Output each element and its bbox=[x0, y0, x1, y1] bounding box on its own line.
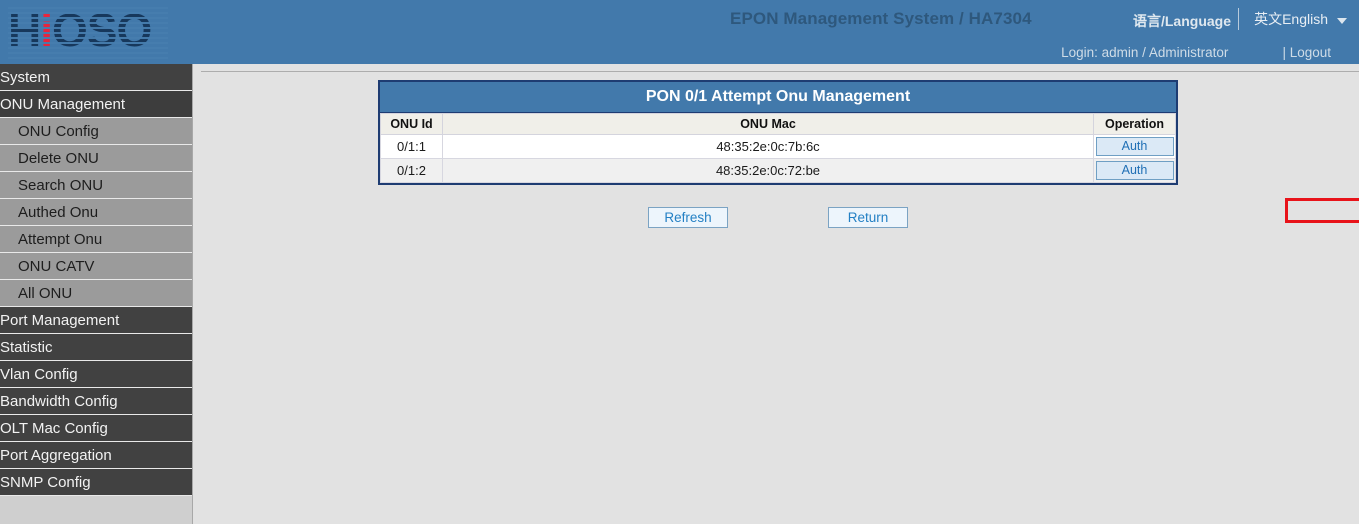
sidebar-item-vlan-config[interactable]: Vlan Config bbox=[0, 361, 192, 388]
cell-operation: Auth bbox=[1094, 159, 1176, 183]
cell-onu-id: 0/1:2 bbox=[381, 159, 443, 183]
sidebar-item-label: ONU CATV bbox=[18, 258, 94, 275]
sidebar-item-bandwidth-config[interactable]: Bandwidth Config bbox=[0, 388, 192, 415]
sidebar-item-label: Vlan Config bbox=[0, 366, 78, 383]
app-root: HiOSO EPON Management System / HA7304 语言… bbox=[0, 0, 1359, 524]
cell-onu-id: 0/1:1 bbox=[381, 135, 443, 159]
sidebar-item-search-onu[interactable]: Search ONU bbox=[0, 172, 192, 199]
sidebar-item-snmp-config[interactable]: SNMP Config bbox=[0, 469, 192, 496]
panel-title: PON 0/1 Attempt Onu Management bbox=[380, 82, 1176, 113]
sidebar-item-label: Attempt Onu bbox=[18, 231, 102, 248]
sidebar-item-onu-management[interactable]: ONU Management bbox=[0, 91, 192, 118]
sidebar-item-label: Authed Onu bbox=[18, 204, 98, 221]
sidebar-item-label: All ONU bbox=[18, 285, 72, 302]
cell-operation: Auth bbox=[1094, 135, 1176, 159]
sidebar-item-all-onu[interactable]: All ONU bbox=[0, 280, 192, 307]
highlight-box bbox=[1285, 198, 1359, 223]
sidebar-item-label: Port Management bbox=[0, 312, 119, 329]
refresh-button[interactable]: Refresh bbox=[648, 207, 728, 228]
sidebar-item-label: OLT Mac Config bbox=[0, 420, 108, 437]
logout-link[interactable]: | Logout bbox=[1282, 45, 1331, 60]
login-status-text: Login: admin / Administrator bbox=[1061, 45, 1228, 60]
sidebar-item-statistic[interactable]: Statistic bbox=[0, 334, 192, 361]
auth-button[interactable]: Auth bbox=[1096, 137, 1174, 156]
content-top-rule bbox=[201, 71, 1359, 72]
sidebar-item-delete-onu[interactable]: Delete ONU bbox=[0, 145, 192, 172]
column-header-onu-id: ONU Id bbox=[381, 114, 443, 135]
sidebar-item-label: SNMP Config bbox=[0, 474, 91, 491]
attempt-onu-panel: PON 0/1 Attempt Onu Management ONU Id ON… bbox=[378, 80, 1178, 185]
sidebar-item-port-management[interactable]: Port Management bbox=[0, 307, 192, 334]
sidebar-item-label: Search ONU bbox=[18, 177, 103, 194]
page-title: EPON Management System / HA7304 bbox=[730, 9, 1032, 29]
sidebar-item-port-aggregation[interactable]: Port Aggregation bbox=[0, 442, 192, 469]
sidebar-item-label: ONU Management bbox=[0, 96, 125, 113]
sidebar-item-label: Bandwidth Config bbox=[0, 393, 118, 410]
language-select[interactable]: 英文English bbox=[1254, 9, 1347, 29]
hioso-logo: HiOSO bbox=[8, 4, 168, 56]
sidebar-item-label: Port Aggregation bbox=[0, 447, 112, 464]
login-bar: Login: admin / Administrator | Logout bbox=[1061, 42, 1359, 62]
language-label: 语言/Language bbox=[1133, 11, 1231, 31]
sidebar-item-label: System bbox=[0, 69, 50, 86]
table-row: 0/1:248:35:2e:0c:72:beAuth bbox=[381, 159, 1176, 183]
column-header-onu-mac: ONU Mac bbox=[443, 114, 1094, 135]
sidebar-item-onu-config[interactable]: ONU Config bbox=[0, 118, 192, 145]
auth-button[interactable]: Auth bbox=[1096, 161, 1174, 180]
return-button[interactable]: Return bbox=[828, 207, 908, 228]
sidebar-item-label: Delete ONU bbox=[18, 150, 99, 167]
sidebar-item-authed-onu[interactable]: Authed Onu bbox=[0, 199, 192, 226]
cell-onu-mac: 48:35:2e:0c:72:be bbox=[443, 159, 1094, 183]
sidebar-item-attempt-onu[interactable]: Attempt Onu bbox=[0, 226, 192, 253]
logo-text: HiOSO bbox=[8, 4, 168, 56]
page-header: HiOSO EPON Management System / HA7304 语言… bbox=[0, 0, 1359, 64]
sidebar-nav: System ONU Management ONU Config Delete ONU… bbox=[0, 64, 192, 524]
chevron-down-icon bbox=[1337, 18, 1347, 24]
sidebar-item-system[interactable]: System bbox=[0, 64, 192, 91]
sidebar-item-label: ONU Config bbox=[18, 123, 99, 140]
action-button-row: Refresh Return bbox=[378, 207, 1178, 228]
table-row: 0/1:148:35:2e:0c:7b:6cAuth bbox=[381, 135, 1176, 159]
cell-onu-mac: 48:35:2e:0c:7b:6c bbox=[443, 135, 1094, 159]
language-select-value: 英文English bbox=[1254, 9, 1328, 29]
table-header-row: ONU Id ONU Mac Operation bbox=[381, 114, 1176, 135]
column-header-operation: Operation bbox=[1094, 114, 1176, 135]
sidebar-item-olt-mac-config[interactable]: OLT Mac Config bbox=[0, 415, 192, 442]
content-area: PON 0/1 Attempt Onu Management ONU Id ON… bbox=[192, 64, 1359, 524]
logo-accent: i bbox=[40, 4, 52, 56]
sidebar-item-label: Statistic bbox=[0, 339, 53, 356]
sidebar-item-onu-catv[interactable]: ONU CATV bbox=[0, 253, 192, 280]
onu-table: ONU Id ONU Mac Operation 0/1:148:35:2e:0… bbox=[380, 113, 1176, 183]
language-divider bbox=[1238, 8, 1239, 30]
